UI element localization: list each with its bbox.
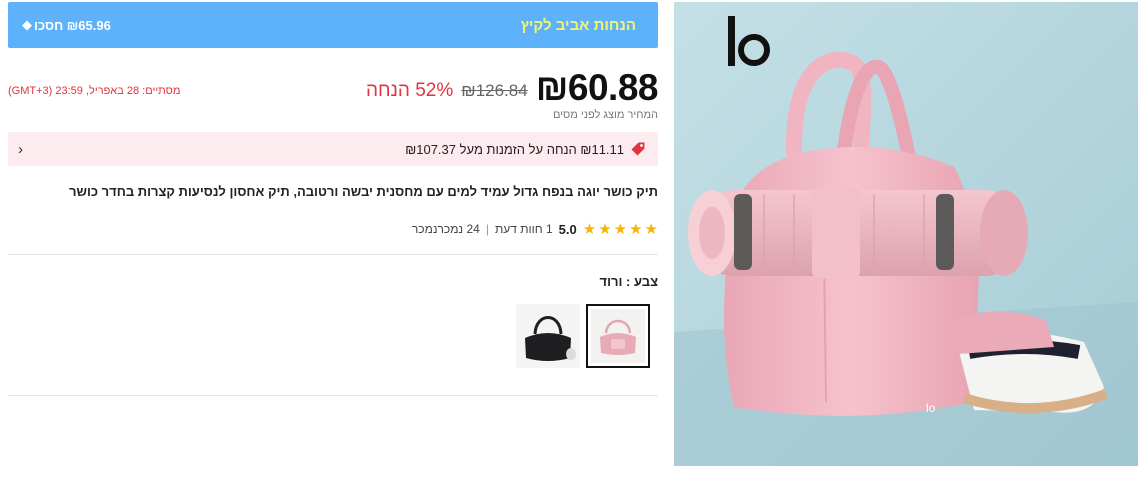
promo-savings: ₪65.96 חסכו ◆: [22, 17, 111, 33]
price-tag-icon: [631, 142, 645, 156]
price-row: מסתיים: 28 באפריל, 23:59 (GMT+3) ₪60.88 …: [8, 66, 659, 110]
star-icon: ★: [582, 220, 597, 238]
product-info-panel: ₪65.96 חסכו ◆ הנחות אביב לקיץ מסתיים: 28…: [8, 2, 659, 499]
color-label: צבע : ורוד: [599, 274, 658, 289]
promo-title: הנחות אביב לקיץ: [520, 16, 636, 34]
rating-value: 5.0: [558, 221, 577, 237]
star-icon: ★: [644, 220, 658, 238]
divider: [8, 395, 658, 396]
discount-label: 52% הנחה: [365, 80, 454, 101]
star-rating: ★ ★ ★ ★ ★: [583, 222, 658, 237]
star-icon: ★: [629, 220, 643, 238]
sale-end-time: מסתיים: 28 באפריל, 23:59 (GMT+3): [8, 85, 181, 97]
black-bag-thumbnail: [516, 304, 580, 368]
product-title: תיק כושר יוגה בנפח גדול עמיד למים עם מחס…: [68, 184, 658, 199]
star-icon: ★: [598, 220, 612, 238]
sold-count: 24 נמכרנמכר: [411, 222, 480, 236]
chevron-left-icon: ›: [18, 140, 23, 158]
promo-banner[interactable]: ₪65.96 חסכו ◆ הנחות אביב לקיץ: [8, 2, 658, 48]
coupon-content: ₪11.11 הנחה על הזמנות מעל ₪107.37: [32, 141, 646, 157]
star-icon: ★: [613, 220, 628, 238]
diamond-icon: ◆: [22, 17, 32, 32]
tax-note: המחיר מוצג לפני מסים: [552, 109, 658, 121]
divider: [8, 254, 658, 255]
color-swatch-black[interactable]: [516, 304, 580, 368]
promo-savings-text: ₪65.96 חסכו: [34, 17, 111, 33]
current-price: ₪60.88: [535, 67, 659, 108]
review-count[interactable]: 1 חוות דעת: [495, 222, 553, 236]
original-price: ₪126.84: [461, 81, 528, 100]
separator: |: [485, 222, 489, 236]
pink-bag-thumbnail: [591, 309, 645, 363]
coupon-bar[interactable]: › ₪11.11 הנחה על הזמנות מעל ₪107.37: [8, 132, 658, 166]
bag-logo: lo: [926, 401, 936, 415]
coupon-text: ₪11.11 הנחה על הזמנות מעל ₪107.37: [405, 141, 624, 157]
price-group: ₪60.88 ₪126.84 52% הנחה: [365, 67, 659, 109]
color-swatch-pink[interactable]: [586, 304, 650, 368]
product-image[interactable]: lo: [674, 2, 1138, 466]
rating-row[interactable]: ★ ★ ★ ★ ★ 5.0 1 חוות דעת | 24 נמכרנמכר: [412, 219, 658, 239]
